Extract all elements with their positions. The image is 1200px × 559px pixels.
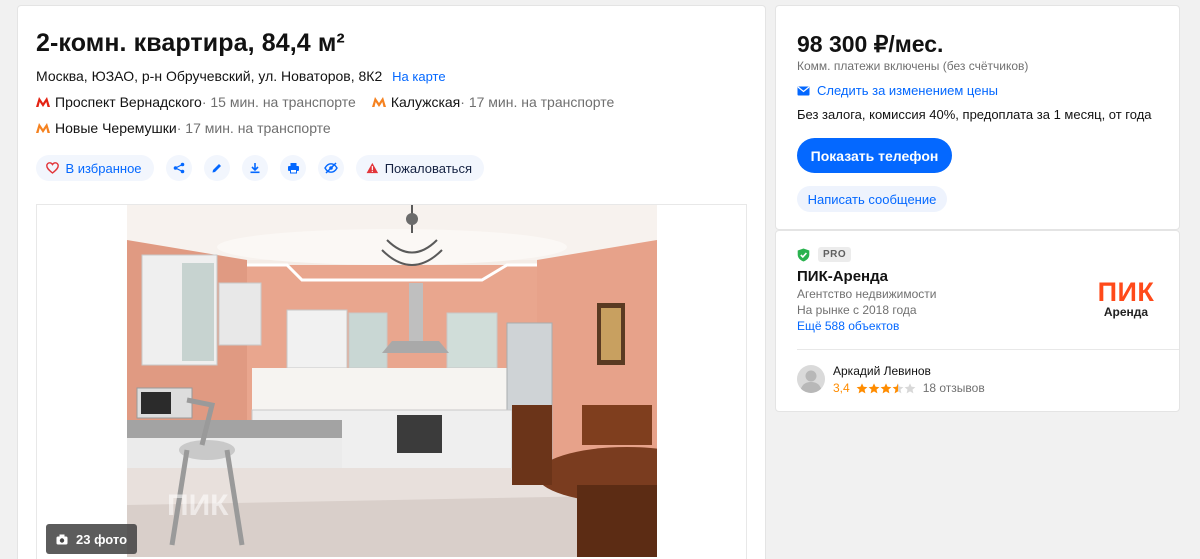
metro-station[interactable]: Новые Черемушки [55,119,177,137]
agent-name[interactable]: Аркадий Левинов [833,364,931,378]
listing-address: Москва, ЮЗАО, р-н Обручевский, ул. Новат… [36,67,446,86]
kitchen-photo[interactable]: ПИК [127,205,657,557]
eye-off-icon [324,162,338,174]
pro-badge: PRO [818,247,852,262]
agency-type: Агентство недвижимости [797,287,937,301]
agency-card: PRO ПИК-Аренда Агентство недвижимости На… [775,230,1180,412]
agency-since: На рынке с 2018 года [797,303,917,317]
metro-station[interactable]: Калужская [391,93,460,111]
favorite-button[interactable]: В избранное [36,155,154,181]
star-half-icon [892,382,904,393]
camera-icon [56,534,68,544]
star-full-icon [856,382,868,393]
warning-icon [366,162,379,174]
printer-icon [287,163,299,174]
avatar[interactable] [797,365,825,393]
agency-badges: PRO [797,247,852,262]
action-bar: В избранное Пожаловаться [36,155,496,181]
kitchen-image: ПИК [127,205,657,557]
listing-card: 2-комн. квартира, 84,4 м² Москва, ЮЗАО, … [17,5,766,559]
favorite-label: В избранное [65,160,142,176]
hide-button[interactable] [318,155,344,181]
logo-big: ПИК [1097,277,1155,307]
star-empty-icon [904,382,916,393]
photo-count-label: 23 фото [76,531,128,547]
heart-icon [46,162,60,174]
metro-station[interactable]: Проспект Вернадского [55,93,202,111]
verified-shield-icon [797,248,810,261]
mail-icon [797,86,810,95]
divider [797,349,1179,350]
follow-price-label: Следить за изменением цены [817,83,998,98]
edit-note-button[interactable] [204,155,230,181]
photo-gallery[interactable]: ПИК 23 фото [36,204,747,559]
star-full-icon [868,382,880,393]
print-button[interactable] [280,155,306,181]
metro-row-1: Проспект Вернадского · 15 мин. на трансп… [36,93,614,111]
user-icon [800,370,822,393]
map-link[interactable]: На карте [392,69,445,84]
metro-distance: · 17 мин. на транспорте [460,94,615,110]
download-button[interactable] [242,155,268,181]
price-note: Комм. платежи включены (без счётчиков) [797,59,1029,73]
agency-name[interactable]: ПИК-Аренда [797,268,888,285]
metro-icon [36,97,50,107]
follow-price-link[interactable]: Следить за изменением цены [797,83,998,98]
listing-title: 2-комн. квартира, 84,4 м² [36,29,345,57]
price-card: 98 300 ₽/мес. Комм. платежи включены (бе… [775,5,1180,230]
agency-more-link[interactable]: Ещё 588 объектов [797,319,899,333]
metro-distance: · 17 мин. на транспорте [176,120,331,136]
address-text: Москва, ЮЗАО, р-н Обручевский, ул. Новат… [36,68,383,84]
write-message-button[interactable]: Написать сообщение [797,186,947,212]
price-amount: 98 300 ₽/мес. [797,31,944,57]
agent-rating[interactable]: 3,4 18 отзывов [833,381,985,395]
metro-icon [371,97,386,107]
metro-icon [36,123,50,133]
complain-button[interactable]: Пожаловаться [356,155,484,181]
logo-small: Аренда [1103,305,1149,319]
share-button[interactable] [166,155,192,181]
share-icon [173,162,185,174]
agency-logo[interactable]: ПИК Аренда [1089,277,1163,320]
pencil-icon [212,164,221,173]
reviews-count[interactable]: 18 отзывов [923,381,985,395]
photo-count-badge[interactable]: 23 фото [46,524,138,554]
star-full-icon [880,382,892,393]
rating-stars [856,382,916,394]
metro-distance: · 15 мин. на транспорте [201,94,356,110]
photo-watermark: ПИК [167,489,229,522]
download-icon [250,163,260,174]
show-phone-button[interactable]: Показать телефон [797,138,952,173]
metro-row-2: Новые Черемушки · 17 мин. на транспорте [36,119,331,137]
complain-label: Пожаловаться [384,160,472,176]
rent-terms: Без залога, комиссия 40%, предоплата за … [797,107,1152,122]
rating-value: 3,4 [833,381,850,395]
